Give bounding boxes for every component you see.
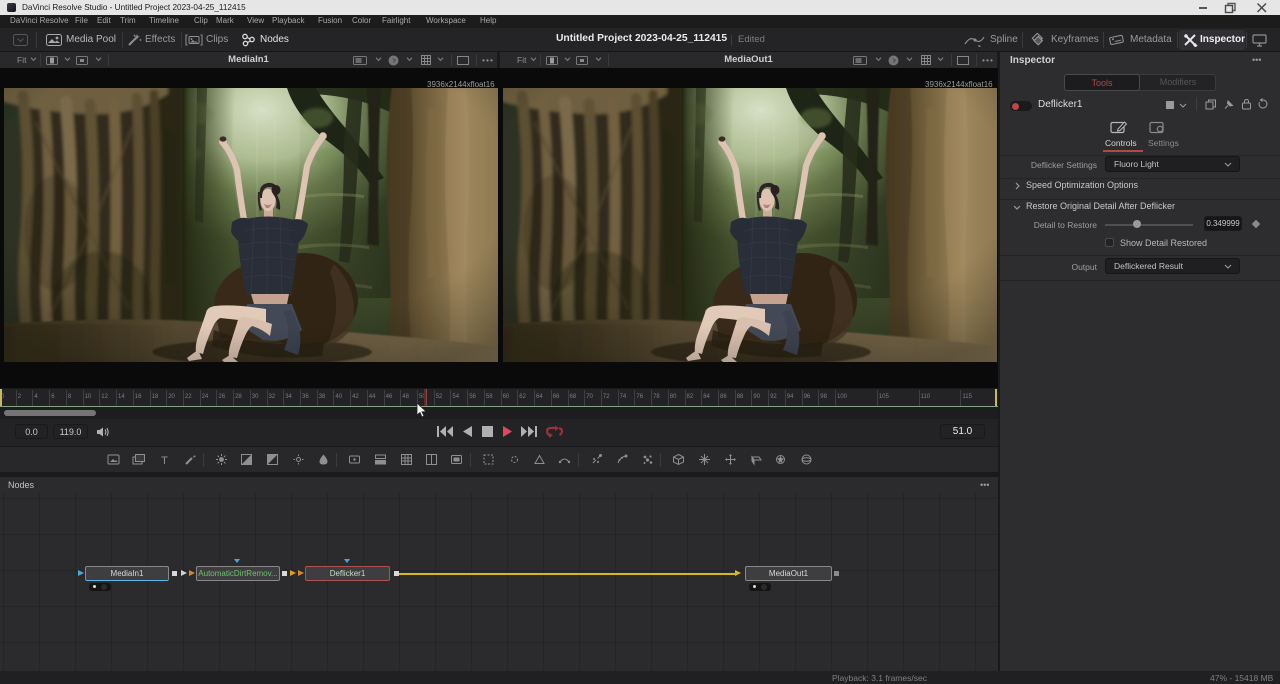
svg-text:T: T	[161, 455, 168, 466]
